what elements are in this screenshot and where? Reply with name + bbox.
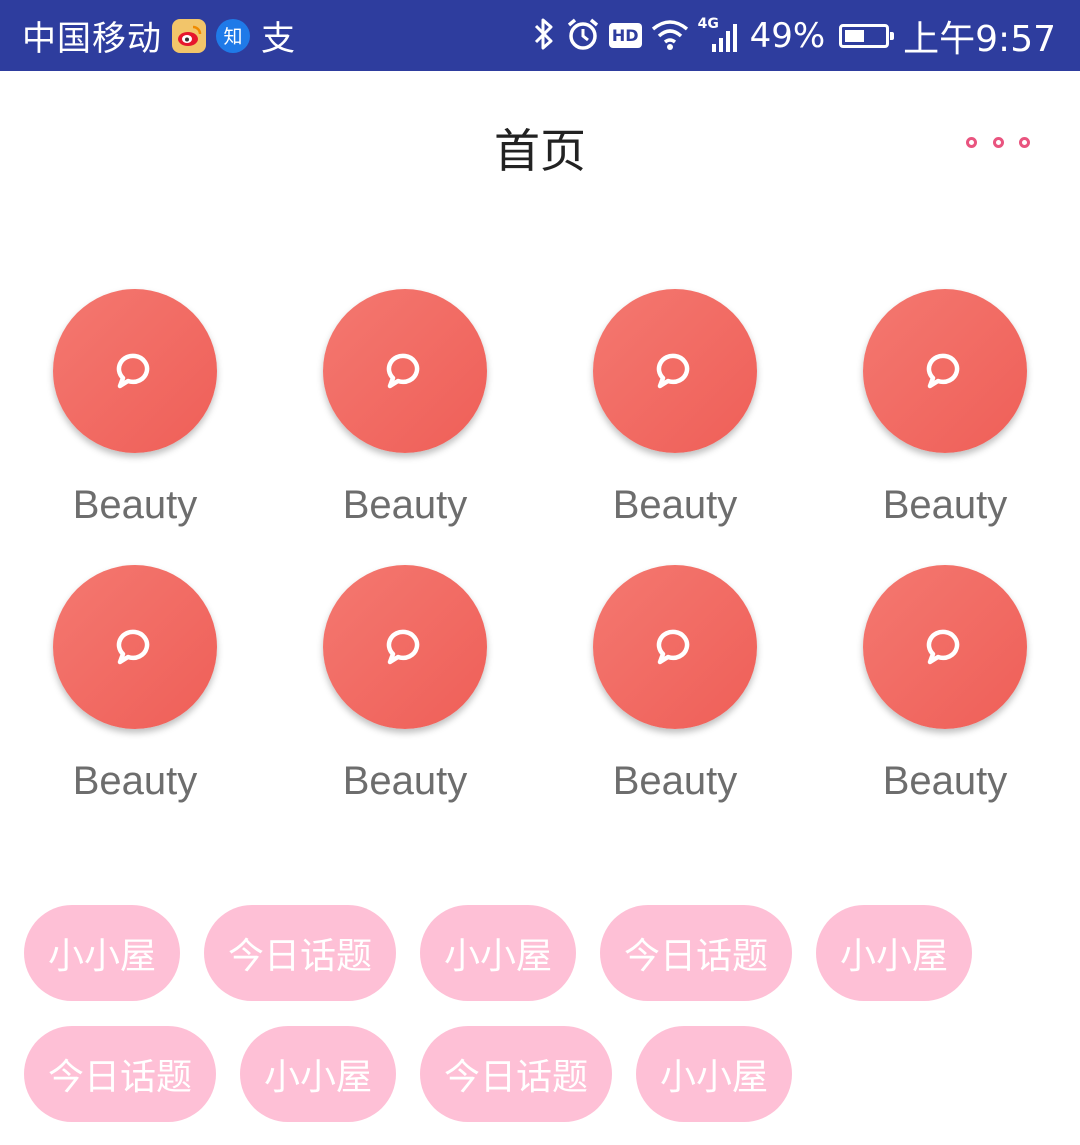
grid-item[interactable]: Beauty	[270, 289, 540, 549]
bluetooth-icon	[531, 16, 557, 56]
grid-item-label: Beauty	[882, 759, 1008, 803]
grid-item[interactable]: Beauty	[0, 289, 270, 549]
battery-level	[845, 29, 865, 42]
grid-item[interactable]: Beauty	[810, 565, 1080, 825]
more-dot	[1019, 136, 1030, 148]
signal-icon: 4G	[698, 16, 742, 54]
carrier-name: 中国移动	[22, 19, 162, 59]
grid-item[interactable]: Beauty	[540, 289, 810, 549]
chat-bubble-icon	[386, 629, 420, 665]
grid-item-label: Beauty	[72, 759, 198, 803]
status-bar-right: HD 4G 49% 上午9:57	[531, 0, 1056, 71]
tag-chip[interactable]: 小小屋	[240, 1026, 396, 1122]
zhihu-icon: 知	[216, 18, 250, 53]
tag-chip[interactable]: 今日话题	[24, 1026, 216, 1122]
tag-chip[interactable]: 小小屋	[636, 1026, 792, 1122]
grid-item-circle[interactable]	[323, 565, 487, 729]
more-dots-icon[interactable]	[966, 129, 1030, 155]
tag-chip[interactable]: 小小屋	[420, 905, 576, 1001]
more-dot	[992, 136, 1004, 148]
status-bar-left: 中国移动 知 支	[22, 0, 296, 71]
weibo-icon	[172, 18, 206, 53]
title-bar: 首页	[0, 71, 1080, 219]
chat-bubble-icon	[926, 629, 960, 665]
battery-icon	[839, 23, 895, 48]
tag-chip[interactable]: 今日话题	[204, 905, 396, 1001]
chat-bubble-icon	[116, 629, 150, 665]
chat-bubble-icon	[656, 353, 690, 389]
battery-percent: 49%	[749, 15, 826, 56]
chat-bubble-icon	[116, 353, 150, 389]
grid-item-circle[interactable]	[53, 289, 217, 453]
tag-chip[interactable]: 小小屋	[816, 905, 972, 1001]
grid-item-circle[interactable]	[323, 289, 487, 453]
tag-chip[interactable]: 小小屋	[24, 905, 180, 1001]
chat-bubble-icon	[926, 353, 960, 389]
chat-bubble-icon	[386, 353, 420, 389]
grid-item-label: Beauty	[342, 483, 468, 527]
chat-bubble-icon	[656, 629, 690, 665]
grid-item-circle[interactable]	[863, 289, 1027, 453]
clock: 上午9:57	[903, 18, 1056, 60]
grid-item[interactable]: Beauty	[810, 289, 1080, 549]
alarm-icon	[565, 16, 601, 56]
grid-item[interactable]: Beauty	[270, 565, 540, 825]
grid-item-label: Beauty	[612, 483, 738, 527]
grid-row: Beauty Beauty Beauty Beauty	[0, 289, 1080, 549]
more-dot	[966, 136, 977, 148]
grid-item-label: Beauty	[612, 759, 738, 803]
wifi-icon	[650, 17, 690, 55]
grid-item-circle[interactable]	[863, 565, 1027, 729]
grid-item[interactable]: Beauty	[540, 565, 810, 825]
grid-item-label: Beauty	[882, 483, 1008, 527]
grid-item-label: Beauty	[342, 759, 468, 803]
page-title: 首页	[494, 124, 586, 178]
alipay-icon: 支	[261, 19, 295, 59]
grid-row: Beauty Beauty Beauty Beauty	[0, 565, 1080, 825]
grid-item-circle[interactable]	[593, 289, 757, 453]
hd-icon: HD	[608, 23, 642, 48]
grid-item[interactable]: Beauty	[0, 565, 270, 825]
status-bar: 中国移动 知 支 HD 4G 49% 上午9:57	[0, 0, 1080, 71]
grid-item-label: Beauty	[72, 483, 198, 527]
tag-chip[interactable]: 今日话题	[420, 1026, 612, 1122]
tag-chip[interactable]: 今日话题	[600, 905, 792, 1001]
grid-item-circle[interactable]	[53, 565, 217, 729]
grid-item-circle[interactable]	[593, 565, 757, 729]
